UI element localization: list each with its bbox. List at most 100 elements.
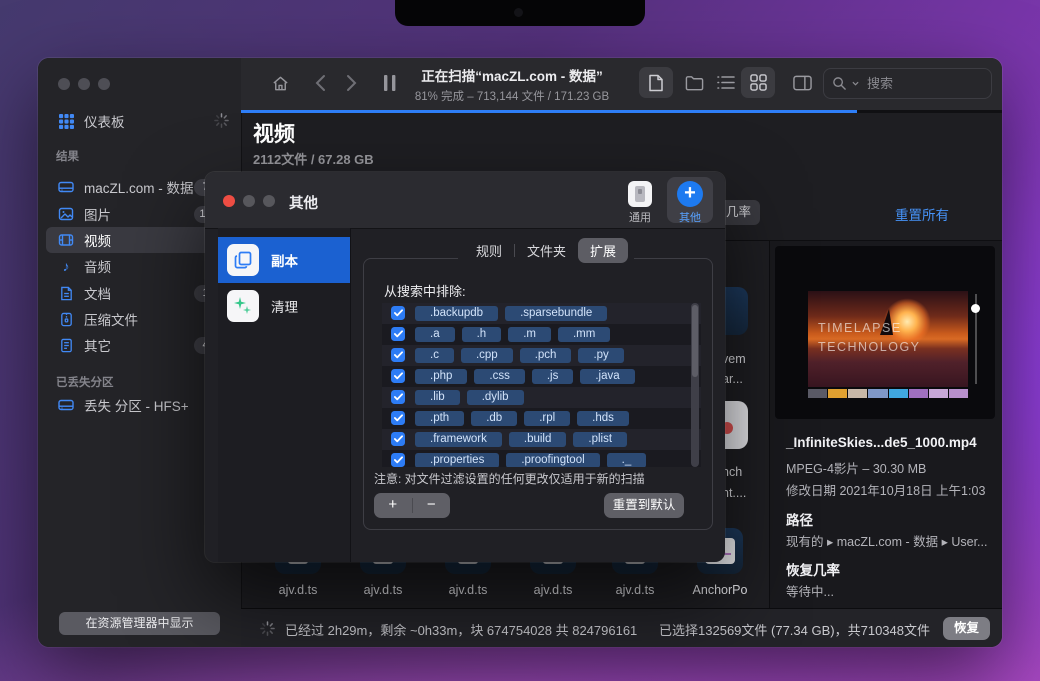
- add-extension-button[interactable]: +: [374, 493, 412, 518]
- preferences-dialog: 其他 通用 + 其他 副本: [205, 172, 725, 562]
- recover-button[interactable]: 恢复: [943, 617, 990, 640]
- extension-tag[interactable]: .build: [509, 432, 567, 447]
- extension-tag[interactable]: .a: [415, 327, 455, 342]
- dashboard-grid-icon: [58, 113, 74, 129]
- extension-tag[interactable]: .js: [532, 369, 574, 384]
- sidebar-item-dashboard[interactable]: 仪表板: [46, 108, 233, 134]
- extension-tag[interactable]: .proofingtool: [506, 453, 599, 467]
- show-in-explorer-button[interactable]: 在资源管理器中显示: [59, 612, 220, 635]
- extension-tag[interactable]: .sparsebundle: [505, 306, 607, 321]
- checkbox-checked[interactable]: [391, 369, 405, 383]
- preview-slider-handle[interactable]: [971, 304, 980, 313]
- view-list-button[interactable]: [709, 67, 743, 98]
- extension-tag[interactable]: .backupdb: [415, 306, 498, 321]
- view-folders-button[interactable]: [677, 67, 711, 98]
- file-name: _InfiniteSkies...de5_1000.mp4: [786, 435, 977, 450]
- extension-tag[interactable]: .hds: [577, 411, 629, 426]
- checkbox-checked[interactable]: [391, 306, 405, 320]
- loading-spinner-icon: [214, 113, 229, 128]
- checkbox-checked[interactable]: [391, 453, 405, 467]
- extension-tag[interactable]: .properties: [415, 453, 499, 467]
- search-field[interactable]: [823, 68, 992, 99]
- extension-tag[interactable]: .h: [462, 327, 502, 342]
- reset-to-default-button[interactable]: 重置到默认: [604, 493, 684, 518]
- list-scrollbar[interactable]: [691, 303, 699, 467]
- view-files-button[interactable]: [639, 67, 673, 98]
- extension-tag[interactable]: .db: [471, 411, 517, 426]
- video-watermark: TIMELAPSE TECHNOLOGY: [818, 319, 921, 357]
- zoom-button[interactable]: [98, 78, 110, 90]
- tab-folders[interactable]: 文件夹: [515, 238, 578, 263]
- filmstrip-scrubber[interactable]: [808, 389, 968, 398]
- extension-tag[interactable]: ._: [607, 453, 647, 467]
- extension-tag[interactable]: .m: [508, 327, 551, 342]
- zoom-button[interactable]: [263, 195, 275, 207]
- sidebar-item-label: macZL.com - 数据: [84, 177, 194, 197]
- back-button[interactable]: [315, 74, 326, 92]
- grid-item-label: nch: [722, 465, 742, 479]
- dialog-traffic-lights: [223, 194, 283, 212]
- recovery-chance-label: 恢复几率: [786, 559, 840, 579]
- extension-tag[interactable]: .pth: [415, 411, 464, 426]
- extension-row: .php .css .js .java: [382, 366, 701, 387]
- list-item-cleanup[interactable]: 清理: [218, 283, 350, 329]
- file-label: ajv.d.ts: [432, 583, 504, 597]
- pref-tab-general[interactable]: 通用: [617, 177, 663, 223]
- extension-tag[interactable]: .java: [580, 369, 634, 384]
- copy-icon: [227, 244, 259, 276]
- pref-tab-other[interactable]: + 其他: [667, 177, 713, 223]
- sidebar-item-label: 音频: [84, 256, 111, 276]
- extension-tag[interactable]: .mm: [558, 327, 610, 342]
- tab-extensions[interactable]: 扩展: [578, 238, 628, 263]
- search-input[interactable]: [865, 75, 979, 92]
- filter-note: 注意: 对文件过滤设置的任何更改仅适用于新的扫描: [374, 470, 645, 487]
- checkbox-checked[interactable]: [391, 411, 405, 425]
- scrollbar-thumb[interactable]: [692, 305, 698, 377]
- reset-all-link[interactable]: 重置所有: [895, 204, 949, 224]
- extension-tag[interactable]: .dylib: [467, 390, 524, 405]
- extension-tag[interactable]: .lib: [415, 390, 460, 405]
- extension-tag[interactable]: .py: [578, 348, 623, 363]
- filter-heading: 从搜索中排除:: [384, 281, 466, 300]
- minimize-button[interactable]: [78, 78, 90, 90]
- tab-rules[interactable]: 规则: [464, 238, 514, 263]
- section-results: 结果: [56, 148, 79, 164]
- archive-icon: [58, 311, 74, 327]
- checkbox-checked[interactable]: [391, 348, 405, 362]
- minimize-button[interactable]: [243, 195, 255, 207]
- checkbox-checked[interactable]: [391, 432, 405, 446]
- extension-tag[interactable]: .css: [474, 369, 524, 384]
- view-grid-button[interactable]: [741, 67, 775, 98]
- dialog-titlebar: 其他 通用 + 其他: [205, 172, 725, 229]
- file-label: ajv.d.ts: [599, 583, 671, 597]
- extension-tag[interactable]: .plist: [573, 432, 627, 447]
- scan-progress-bar: [241, 110, 857, 113]
- extension-tag[interactable]: .php: [415, 369, 467, 384]
- video-preview: TIMELAPSE TECHNOLOGY: [775, 246, 995, 419]
- home-icon[interactable]: [271, 74, 290, 93]
- drive-tile-icon: [628, 181, 652, 207]
- file-lines-icon: [58, 337, 74, 353]
- extension-tag[interactable]: .rpl: [524, 411, 570, 426]
- checkbox-checked[interactable]: [391, 390, 405, 404]
- list-item-duplicates[interactable]: 副本: [218, 237, 350, 283]
- extension-tag[interactable]: .pch: [520, 348, 572, 363]
- section-lost-partitions: 已丢失分区: [56, 374, 114, 390]
- video-preview-frame[interactable]: TIMELAPSE TECHNOLOGY: [808, 291, 968, 387]
- checkbox-checked[interactable]: [391, 327, 405, 341]
- close-button[interactable]: [58, 78, 70, 90]
- drive-icon: [58, 179, 74, 195]
- sidebar-item-label: 文档: [84, 283, 111, 303]
- camera-dot: [514, 8, 523, 17]
- toggle-panel-button[interactable]: [785, 67, 819, 98]
- grid-item-label: vem: [722, 352, 746, 366]
- traffic-lights: [58, 77, 118, 95]
- extension-tag[interactable]: .cpp: [461, 348, 513, 363]
- forward-button[interactable]: [346, 74, 357, 92]
- search-icon: [832, 76, 847, 91]
- remove-extension-button[interactable]: −: [413, 493, 451, 518]
- music-note-icon: ♪: [58, 258, 74, 274]
- extension-tag[interactable]: .c: [415, 348, 454, 363]
- close-button[interactable]: [223, 195, 235, 207]
- extension-tag[interactable]: .framework: [415, 432, 502, 447]
